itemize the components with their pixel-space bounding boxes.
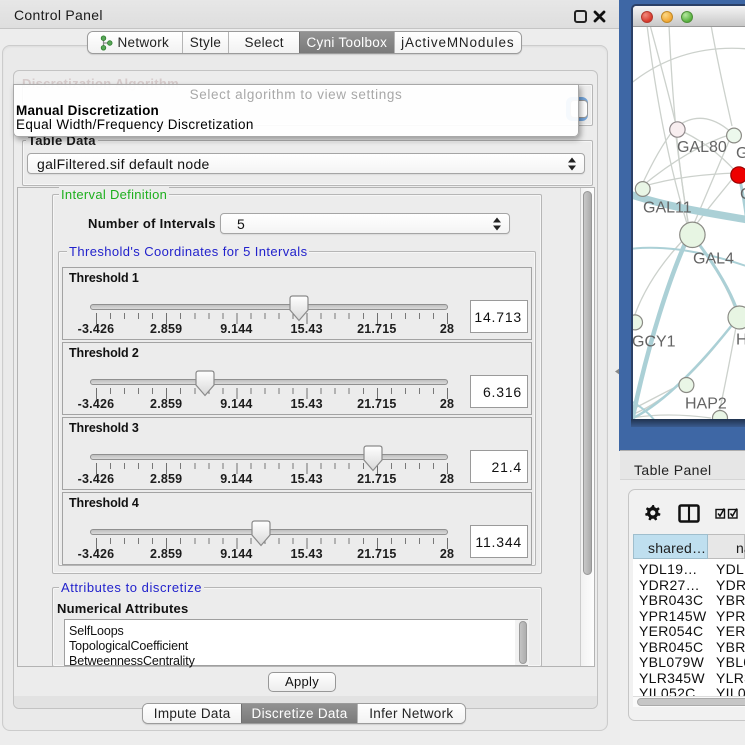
svg-text:GAL4: GAL4 <box>693 251 734 268</box>
svg-text:GAL11: GAL11 <box>643 200 692 217</box>
svg-text:H: H <box>736 332 745 349</box>
svg-text:GCY1: GCY1 <box>633 334 676 351</box>
svg-text:HAP2: HAP2 <box>685 396 727 413</box>
svg-text:GAL80: GAL80 <box>677 139 727 156</box>
svg-text:C: C <box>740 186 745 203</box>
svg-text:GA: GA <box>736 145 745 162</box>
